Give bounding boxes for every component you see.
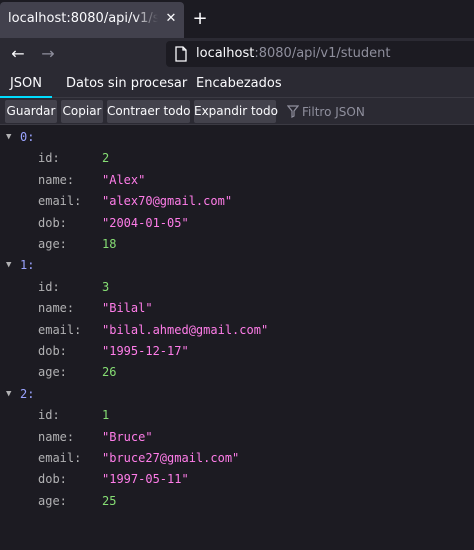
json-tree: ▼ 0: id: 2 name: "Alex" email: "alex70@gmail.co… xyxy=(0,126,474,550)
tab-strip: localhost:8080/api/v1/student ✕ + xyxy=(0,0,474,38)
json-value: "Bruce" xyxy=(102,429,153,444)
json-key: age: xyxy=(38,237,67,251)
json-field-row[interactable]: id: 2 xyxy=(0,148,474,169)
json-key: email: xyxy=(38,194,82,209)
json-key: name: xyxy=(38,301,75,316)
json-field-row[interactable]: name: "Bruce" xyxy=(0,427,474,448)
back-arrow-icon[interactable]: ← xyxy=(8,44,28,64)
json-value: "alex70@gmail.com" xyxy=(102,194,233,209)
json-value: 2 xyxy=(102,151,110,166)
json-value: "bilal.ahmed@gmail.com" xyxy=(102,322,269,337)
json-key: name: xyxy=(38,429,75,444)
copy-button[interactable]: Copiar xyxy=(61,100,103,123)
json-value: 18 xyxy=(102,237,117,251)
json-object-row[interactable]: ▼ 0: xyxy=(0,127,474,148)
tab-json[interactable]: JSON xyxy=(0,70,52,98)
json-field-row[interactable]: age: 18 xyxy=(0,234,474,255)
json-key: email: xyxy=(38,322,82,337)
json-key: age: xyxy=(38,493,67,508)
expand-toggle-icon[interactable]: ▼ xyxy=(6,127,16,148)
json-field-row[interactable]: email: "alex70@gmail.com" xyxy=(0,191,474,212)
navigation-bar: ← → localhost:8080/api/v1/student xyxy=(0,38,474,70)
json-object-row[interactable]: ▼ 1: xyxy=(0,255,474,276)
collapse-all-button[interactable]: Contraer todo xyxy=(107,100,190,123)
filter-icon xyxy=(287,105,299,118)
json-field-row[interactable]: dob: "1997-05-11" xyxy=(0,469,474,490)
json-key: dob: xyxy=(38,215,67,230)
json-index: 0: xyxy=(20,130,35,144)
json-value: 1 xyxy=(102,408,110,423)
json-key: name: xyxy=(38,172,75,187)
expand-all-button[interactable]: Expandir todo xyxy=(194,100,278,123)
tab-raw-data[interactable]: Datos sin procesar xyxy=(66,70,187,98)
json-key: email: xyxy=(38,451,82,465)
url-text: localhost:8080/api/v1/student xyxy=(196,46,390,61)
json-index: 1: xyxy=(20,258,35,273)
tab-headers[interactable]: Encabezados xyxy=(196,70,282,98)
json-value: 26 xyxy=(102,365,117,380)
json-value: 3 xyxy=(102,279,110,294)
json-index: 2: xyxy=(20,386,35,401)
json-key: id: xyxy=(38,151,60,166)
filter-input[interactable] xyxy=(302,100,472,123)
expand-toggle-icon[interactable]: ▼ xyxy=(6,255,16,276)
json-key: dob: xyxy=(38,344,67,358)
json-field-row[interactable]: email: "bilal.ahmed@gmail.com" xyxy=(0,320,474,341)
json-key: age: xyxy=(38,365,67,380)
json-value: "bruce27@gmail.com" xyxy=(102,451,240,465)
new-tab-icon[interactable]: + xyxy=(190,9,210,29)
json-object-row[interactable]: ▼ 2: xyxy=(0,384,474,405)
json-field-row[interactable]: dob: "1995-12-17" xyxy=(0,341,474,362)
json-key: id: xyxy=(38,279,60,294)
json-field-row[interactable]: id: 1 xyxy=(0,405,474,426)
browser-tab[interactable]: localhost:8080/api/v1/student ✕ xyxy=(0,2,184,38)
json-key: dob: xyxy=(38,472,67,487)
forward-arrow-icon[interactable]: → xyxy=(38,44,58,64)
page-icon xyxy=(175,46,187,62)
tab-title: localhost:8080/api/v1/student xyxy=(8,11,158,29)
save-button[interactable]: Guardar xyxy=(5,100,57,123)
json-toolbar: Guardar Copiar Contraer todo Expandir to… xyxy=(0,98,474,125)
url-path: :8080/api/v1/student xyxy=(254,46,391,61)
expand-toggle-icon[interactable]: ▼ xyxy=(6,384,16,405)
close-tab-icon[interactable]: ✕ xyxy=(163,11,179,27)
json-value: "Bilal" xyxy=(102,301,153,316)
url-bar[interactable]: localhost:8080/api/v1/student xyxy=(166,41,474,67)
json-value: "1995-12-17" xyxy=(102,344,189,358)
json-value: "2004-01-05" xyxy=(102,215,189,230)
json-field-row[interactable]: dob: "2004-01-05" xyxy=(0,213,474,234)
json-field-row[interactable]: name: "Alex" xyxy=(0,170,474,191)
json-filter xyxy=(282,100,474,123)
json-value: "Alex" xyxy=(102,172,146,187)
url-host: localhost xyxy=(196,46,255,61)
json-field-row[interactable]: name: "Bilal" xyxy=(0,298,474,319)
json-key: id: xyxy=(38,408,60,423)
json-field-row[interactable]: id: 3 xyxy=(0,277,474,298)
json-field-row[interactable]: age: 25 xyxy=(0,491,474,512)
json-field-row[interactable]: age: 26 xyxy=(0,362,474,383)
json-value: "1997-05-11" xyxy=(102,472,189,487)
json-field-row[interactable]: email: "bruce27@gmail.com" xyxy=(0,448,474,469)
json-value: 25 xyxy=(102,493,117,508)
viewer-tab-bar: JSON Datos sin procesar Encabezados xyxy=(0,70,474,98)
